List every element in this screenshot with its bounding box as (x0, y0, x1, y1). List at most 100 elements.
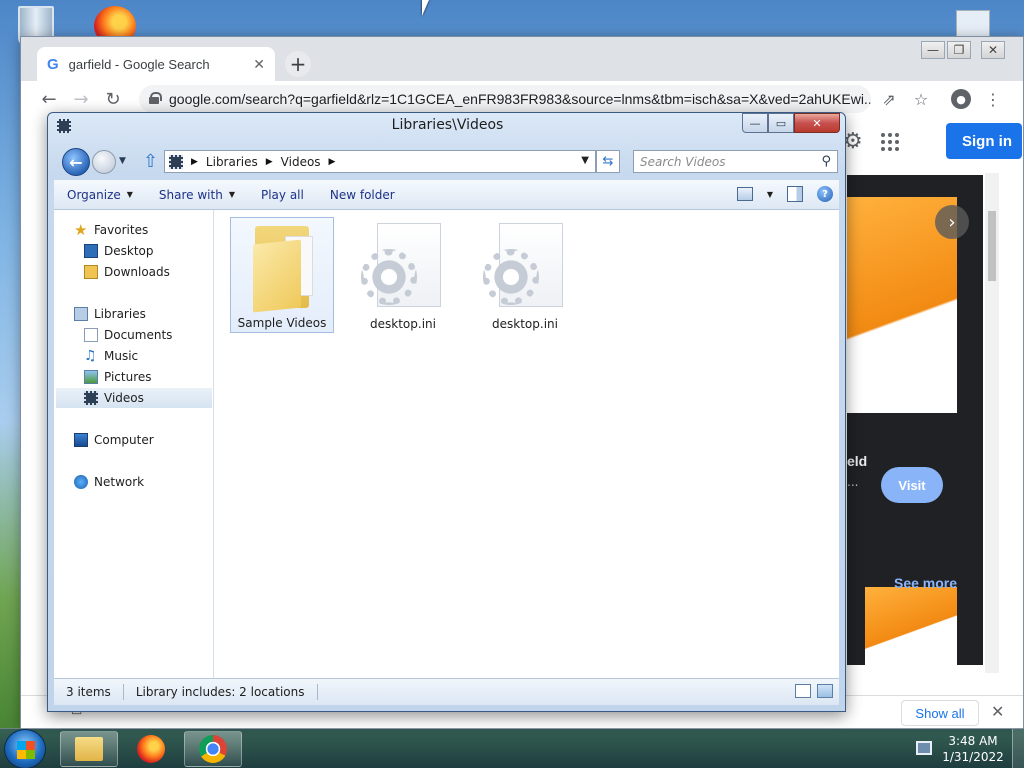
nav-videos[interactable]: Videos (56, 388, 212, 408)
chrome-tab[interactable]: G garfield - Google Search ✕ (37, 47, 275, 81)
network-tray-icon[interactable] (916, 741, 932, 755)
desktop-icon (84, 244, 98, 258)
breadcrumb-videos[interactable]: Videos (281, 155, 321, 169)
details-view-icon[interactable] (795, 684, 811, 698)
nav-videos-label: Videos (104, 391, 144, 405)
see-more-link[interactable]: See more (894, 575, 957, 591)
profile-avatar-icon[interactable]: ● (951, 89, 971, 109)
organize-button[interactable]: Organize ▼ (54, 180, 146, 210)
panel-subtitle-fragment: ... (847, 475, 859, 489)
new-folder-button[interactable]: New folder (317, 180, 408, 210)
mouse-cursor-icon (422, 0, 436, 16)
apps-icon[interactable] (880, 132, 899, 151)
nav-documents[interactable]: Documents (84, 325, 172, 345)
preview-pane-icon[interactable] (787, 186, 803, 202)
tab-close-icon[interactable]: ✕ (253, 56, 265, 73)
view-switcher (795, 684, 833, 698)
file-item-desktop-ini[interactable]: desktop.ini (473, 217, 577, 333)
show-desktop-button[interactable] (1012, 729, 1024, 768)
maximize-button[interactable]: ▭ (768, 113, 794, 133)
firefox-icon (137, 735, 165, 763)
nav-pictures-label: Pictures (104, 370, 152, 384)
help-icon[interactable]: ? (817, 186, 833, 202)
taskbar-firefox[interactable] (122, 731, 180, 767)
computer-icon (74, 433, 88, 447)
forward-arrow-icon[interactable]: → (69, 87, 93, 111)
address-dropdown-icon[interactable]: ▼ (581, 155, 589, 166)
nav-pictures[interactable]: Pictures (84, 367, 152, 387)
change-view-icon[interactable] (736, 187, 753, 201)
view-dropdown-icon[interactable]: ▼ (767, 190, 773, 199)
taskbar-chrome[interactable] (184, 731, 242, 767)
back-button[interactable]: ← (62, 148, 90, 176)
large-icons-view-icon[interactable] (817, 684, 833, 698)
folder-icon (75, 737, 103, 761)
nav-desktop[interactable]: Desktop (84, 241, 154, 261)
breadcrumb-separator[interactable]: ▶ (266, 157, 273, 167)
chevron-down-icon: ▼ (228, 190, 235, 199)
videos-icon (169, 154, 183, 169)
breadcrumb-separator[interactable]: ▶ (191, 157, 198, 167)
address-breadcrumb[interactable]: ▶ Libraries ▶ Videos ▶ ▼ (164, 150, 596, 173)
nav-computer[interactable]: Computer (74, 430, 154, 450)
breadcrumb-libraries[interactable]: Libraries (206, 155, 258, 169)
recent-pages-chevron-icon[interactable]: ▼ (119, 156, 126, 166)
visit-button[interactable]: Visit (881, 467, 943, 503)
explorer-window: Libraries\Videos — ▭ ✕ ← ▼ ⇧ ▶ Libraries… (47, 112, 846, 712)
refresh-button[interactable]: ⇆ (596, 150, 620, 173)
nav-network[interactable]: Network (74, 472, 144, 492)
up-arrow-icon[interactable]: ⇧ (143, 151, 158, 172)
show-all-button[interactable]: Show all (901, 700, 979, 726)
nav-downloads[interactable]: Downloads (84, 262, 170, 282)
download-bar-close-icon[interactable]: ✕ (991, 702, 1004, 721)
share-with-button[interactable]: Share with ▼ (146, 180, 248, 210)
close-button[interactable]: ✕ (794, 113, 840, 133)
explorer-content: ★ Favorites Desktop Downloads Libraries D… (54, 210, 839, 678)
bookmark-star-icon[interactable]: ☆ (911, 89, 931, 109)
command-bar-right: ▼ ? (736, 186, 833, 202)
search-icon: ⚲ (821, 154, 831, 169)
related-image[interactable] (865, 587, 957, 665)
chrome-minimize-button[interactable]: — (921, 41, 945, 59)
start-icon (17, 741, 35, 759)
page-scrollbar[interactable] (985, 173, 999, 673)
clock[interactable]: 3:48 AM 1/31/2022 (940, 733, 1006, 765)
play-all-button[interactable]: Play all (248, 180, 317, 210)
start-button[interactable] (4, 729, 46, 768)
menu-dots-icon[interactable]: ⋮ (983, 89, 1003, 109)
music-icon: ♫ (84, 348, 97, 364)
chrome-maximize-button[interactable]: ❐ (947, 41, 971, 59)
taskbar-explorer[interactable] (60, 731, 118, 767)
panel-title-fragment: eld (847, 453, 868, 469)
nav-favorites-label: Favorites (94, 223, 149, 237)
file-item-desktop-ini[interactable]: desktop.ini (351, 217, 455, 333)
nav-libraries[interactable]: Libraries (74, 304, 146, 324)
library-icon (74, 307, 88, 321)
nav-desktop-label: Desktop (104, 244, 154, 258)
scrollbar-thumb[interactable] (988, 211, 996, 281)
chrome-close-button[interactable]: ✕ (981, 41, 1005, 59)
search-input[interactable]: Search Videos ⚲ (633, 150, 838, 173)
star-icon: ★ (74, 221, 88, 239)
address-bar[interactable]: google.com/search?q=garfield&rlz=1C1GCEA… (139, 85, 871, 113)
google-header-icons: ⚙ (843, 129, 899, 154)
chevron-down-icon: ▼ (126, 190, 133, 199)
nav-favorites[interactable]: ★ Favorites (74, 220, 148, 240)
nav-music[interactable]: ♫ Music (84, 346, 138, 366)
next-image-icon[interactable]: › (935, 205, 969, 239)
forward-button[interactable] (92, 150, 116, 174)
navigation-row: ← ▼ ⇧ ▶ Libraries ▶ Videos ▶ ▼ ⇆ Search … (48, 147, 845, 177)
back-arrow-icon[interactable]: ← (37, 87, 61, 111)
breadcrumb-separator[interactable]: ▶ (329, 157, 336, 167)
share-icon[interactable]: ⇗ (879, 89, 899, 109)
sign-in-button[interactable]: Sign in (946, 123, 1022, 159)
minimize-button[interactable]: — (742, 113, 768, 133)
share-with-label: Share with (158, 187, 223, 202)
new-tab-button[interactable]: + (285, 51, 311, 77)
videos-icon (84, 391, 98, 405)
reload-icon[interactable]: ↻ (101, 87, 125, 111)
image-preview-panel: › eld ... (847, 175, 983, 665)
library-locations[interactable]: Library includes: 2 locations (124, 684, 318, 700)
file-item-sample-videos[interactable]: Sample Videos (230, 217, 334, 333)
nav-network-label: Network (94, 475, 145, 489)
